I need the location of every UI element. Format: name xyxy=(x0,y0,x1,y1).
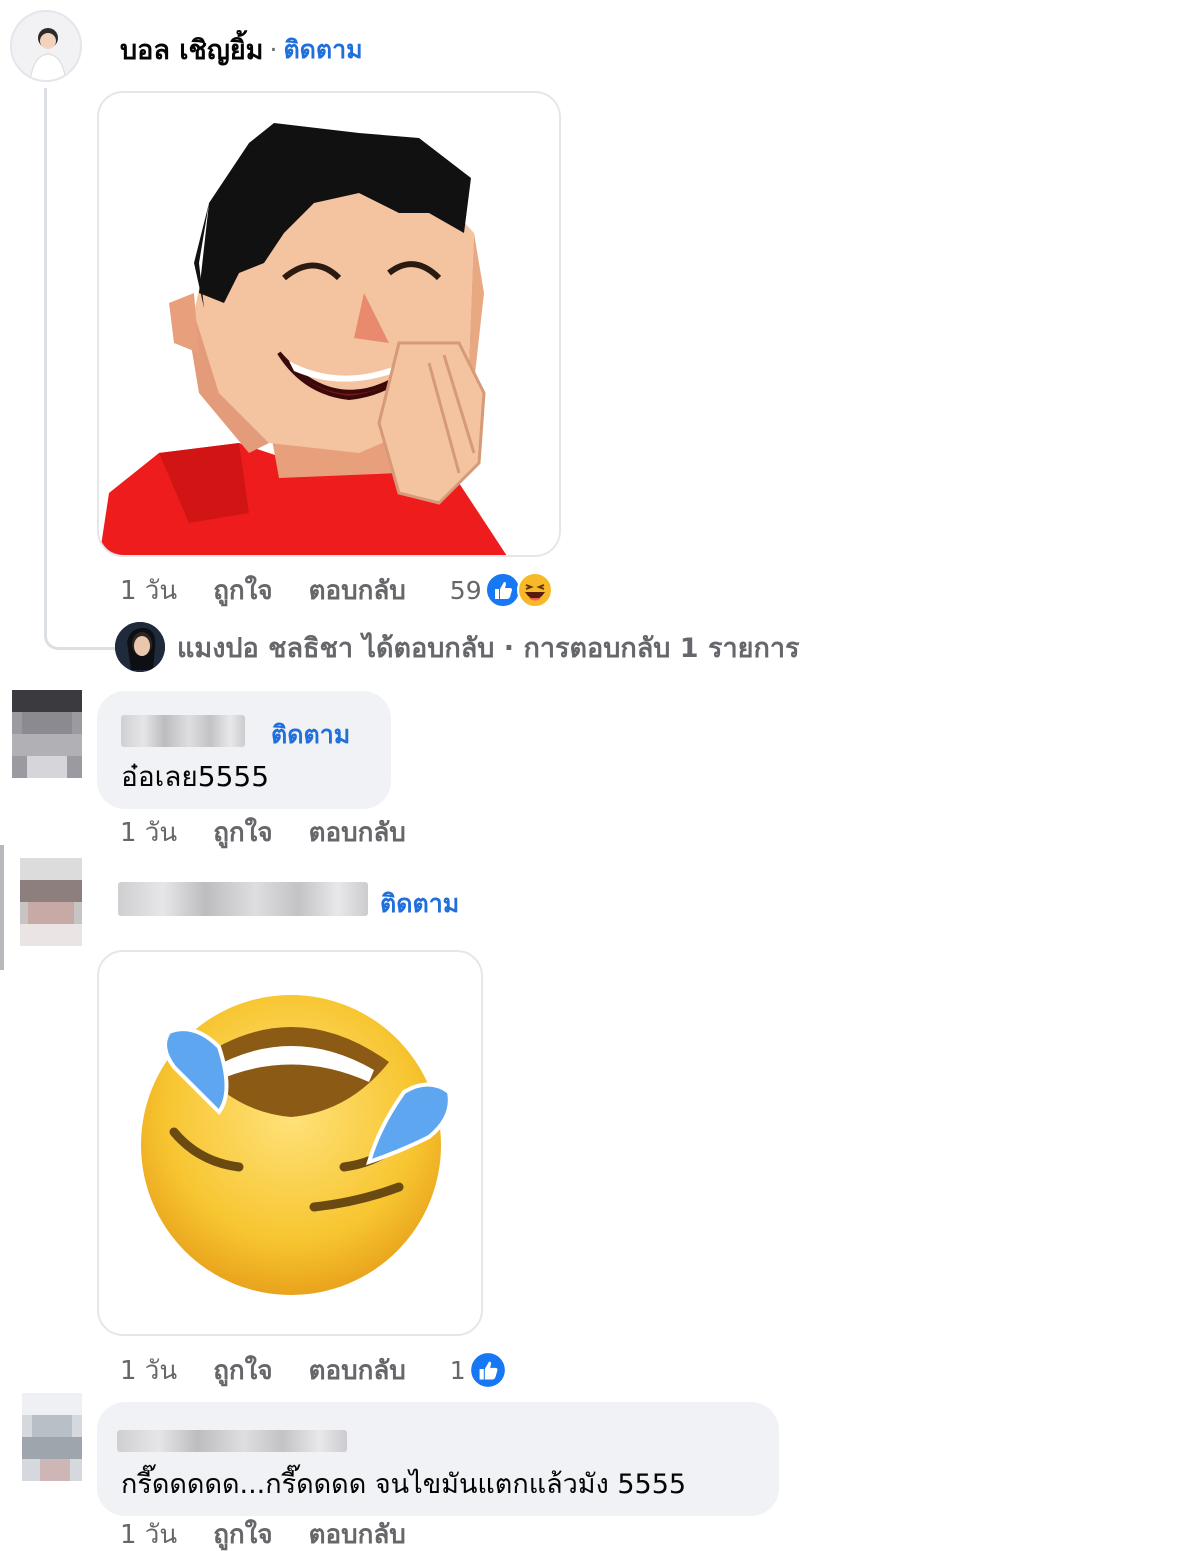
timestamp[interactable]: 1 วัน xyxy=(120,812,177,853)
avatar[interactable] xyxy=(20,858,82,946)
tears-of-joy-emoji xyxy=(141,995,452,1295)
timestamp[interactable]: 1 วัน xyxy=(120,570,177,611)
avatar[interactable] xyxy=(22,1393,82,1481)
blurred-photo-icon xyxy=(12,690,82,778)
like-icon xyxy=(468,1350,508,1390)
reply-button[interactable]: ตอบกลับ xyxy=(309,1350,406,1391)
comment-actions: 1 วัน ถูกใจ ตอบกลับ 59 xyxy=(120,572,590,608)
sticker-card[interactable] xyxy=(97,950,483,1336)
like-button[interactable]: ถูกใจ xyxy=(213,1350,272,1391)
reaction-count[interactable]: 1 xyxy=(450,1356,466,1385)
avatar[interactable] xyxy=(12,690,82,778)
comment-text: กรี๊ดดดดด...กรี๊ดดดด จนไขมันแตกแล้วมัง 5… xyxy=(121,1469,687,1500)
timestamp[interactable]: 1 วัน xyxy=(120,1350,177,1391)
follow-button[interactable]: ติดตาม xyxy=(380,884,459,924)
avatar xyxy=(115,622,165,672)
reply-button[interactable]: ตอบกลับ xyxy=(309,1514,406,1551)
like-button[interactable]: ถูกใจ xyxy=(213,1514,272,1551)
follow-button[interactable]: ติดตาม xyxy=(283,30,362,70)
haha-icon xyxy=(516,571,554,609)
separator-dot: · xyxy=(269,35,278,64)
reaction-count[interactable]: 59 xyxy=(450,576,482,605)
author-name[interactable] xyxy=(117,1430,347,1452)
avatar[interactable] xyxy=(10,10,82,82)
blurred-photo-icon xyxy=(22,1393,82,1481)
follow-button[interactable]: ติดตาม xyxy=(271,715,350,755)
like-button[interactable]: ถูกใจ xyxy=(213,570,272,611)
reply-summary[interactable]: แมงปอ ชลธิชา ได้ตอบกลับ · การตอบกลับ 1 ร… xyxy=(115,622,799,672)
reply-button[interactable]: ตอบกลับ xyxy=(309,570,406,611)
comment-actions: 1 วัน ถูกใจ ตอบกลับ 1 xyxy=(120,1351,508,1389)
comment-header: บอล เชิญยิ้ม · ติดตาม xyxy=(120,28,363,71)
sticker-card[interactable] xyxy=(97,91,561,557)
comment-actions: 1 วัน ถูกใจ ตอบกลับ xyxy=(120,814,442,850)
laughing-man-sticker xyxy=(99,123,507,555)
comment-actions: 1 วัน ถูกใจ ตอบกลับ xyxy=(120,1518,442,1551)
reply-summary-text: แมงปอ ชลธิชา ได้ตอบกลับ · การตอบกลับ 1 ร… xyxy=(177,632,800,664)
divider xyxy=(0,845,4,970)
person-photo-icon xyxy=(29,28,67,80)
author-name[interactable] xyxy=(121,715,245,747)
comment-bubble: กรี๊ดดดดด...กรี๊ดดดด จนไขมันแตกแล้วมัง 5… xyxy=(97,1402,779,1516)
timestamp[interactable]: 1 วัน xyxy=(120,1514,177,1551)
reply-button[interactable]: ตอบกลับ xyxy=(309,812,406,853)
comment-bubble: ติดตาม อ๋อเลย5555 xyxy=(97,691,391,809)
like-button[interactable]: ถูกใจ xyxy=(213,812,272,853)
blurred-photo-icon xyxy=(20,858,82,946)
author-name[interactable] xyxy=(118,882,368,916)
comment-text: อ๋อเลย5555 xyxy=(121,760,270,793)
author-name[interactable]: บอล เชิญยิ้ม xyxy=(120,28,263,71)
